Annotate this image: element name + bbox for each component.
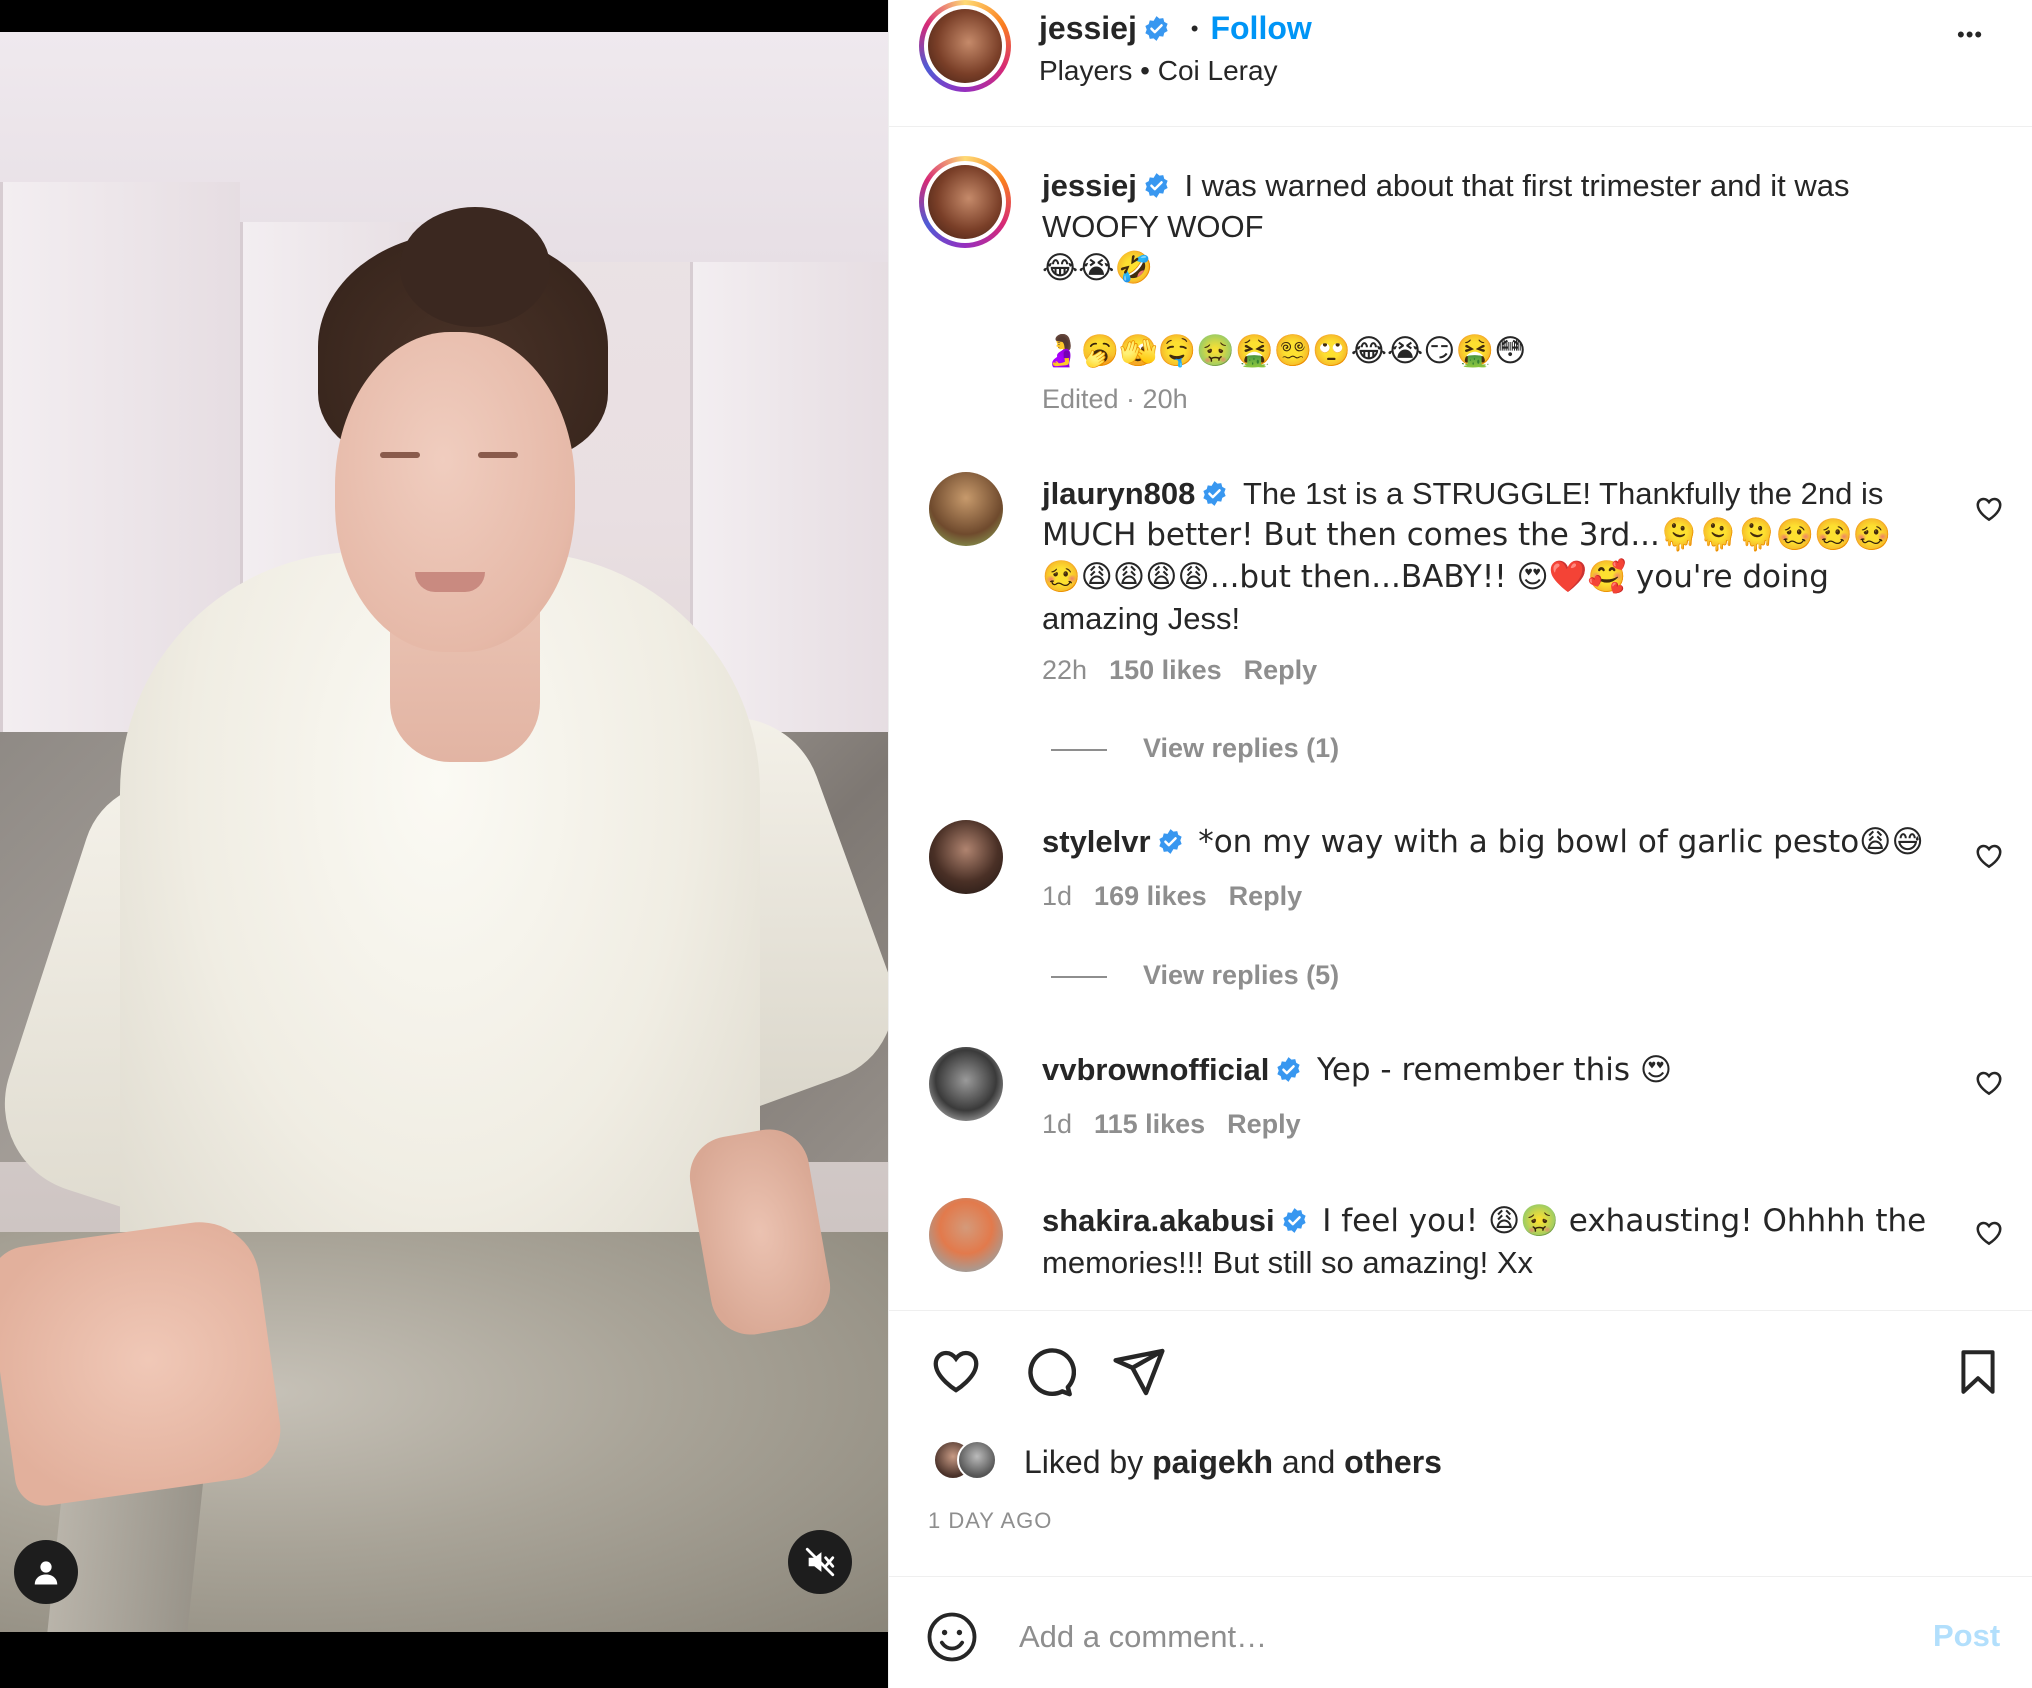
- comment-author[interactable]: shakira.akabusi: [1042, 1203, 1275, 1238]
- speaker-muted-icon: [805, 1547, 835, 1577]
- comment-4-text: shakira.akabusi I feel you! 😩🤢 exhaustin…: [1042, 1200, 1982, 1283]
- verified-badge-icon: [1145, 16, 1168, 41]
- comment-bubble-icon[interactable]: [1020, 1344, 1076, 1400]
- caption-author[interactable]: jessiej: [1042, 168, 1137, 203]
- liked-by-text: Liked by paigekh and others: [1024, 1442, 1442, 1483]
- post-details-panel: jessiej • Follow Players • Coi Leray ••• …: [888, 0, 2032, 1688]
- audio-track[interactable]: Players • Coi Leray: [1039, 50, 1278, 91]
- reply-button[interactable]: Reply: [1229, 881, 1303, 911]
- header-dot: •: [1190, 16, 1199, 41]
- media-letterbox-top: [0, 0, 888, 32]
- caption-line-1: I was warned about that first trimester …: [1184, 168, 1850, 203]
- verified-badge-icon: [1277, 1057, 1301, 1082]
- media-letterbox-bottom: [0, 1632, 888, 1688]
- verified-badge-icon: [1158, 829, 1182, 854]
- reply-button[interactable]: Reply: [1244, 655, 1318, 685]
- hand-left: [0, 1214, 287, 1510]
- liked-by-user[interactable]: paigekh: [1152, 1444, 1273, 1480]
- reply-button[interactable]: Reply: [1227, 1109, 1301, 1139]
- comment-meta: 1d 115 likes Reply: [1042, 1109, 1301, 1140]
- comment-line: 🥴😩😩😩😩...but then...BABY!! 😍❤️🥰 you're do…: [1042, 559, 1829, 595]
- composer-divider: [889, 1576, 2032, 1577]
- comment-like-heart-icon[interactable]: [1974, 1068, 2004, 1098]
- comment-line: I feel you! 😩🤢 exhausting! Ohhhh the: [1322, 1203, 1927, 1239]
- caption-author-avatar[interactable]: [919, 156, 1011, 248]
- add-comment-input[interactable]: [1019, 1612, 1779, 1662]
- post-header-line: jessiej • Follow: [1039, 8, 1312, 49]
- comment-meta: 1d 169 likes Reply: [1042, 881, 1302, 912]
- caption-edited-time: Edited · 20h: [1042, 384, 1188, 414]
- caption-emojis-1: 😂😭🤣: [1042, 250, 1154, 286]
- verified-badge-icon: [1203, 481, 1227, 506]
- comment-time[interactable]: 1d: [1042, 1109, 1072, 1139]
- liker-avatar[interactable]: [957, 1440, 997, 1480]
- comment-time[interactable]: 1d: [1042, 881, 1072, 911]
- comment-avatar[interactable]: [929, 1047, 1003, 1121]
- comment-line: The 1st is a STRUGGLE! Thankfully the 2n…: [1243, 476, 1884, 511]
- comment-3-text: vvbrownofficial Yep - remember this 😍: [1042, 1049, 1982, 1091]
- author-avatar[interactable]: [919, 0, 1011, 92]
- post-timestamp[interactable]: 1 DAY AGO: [928, 1508, 1052, 1534]
- comment-likes[interactable]: 150 likes: [1109, 655, 1222, 685]
- eye-left: [380, 452, 420, 458]
- comment-1-text: jlauryn808 The 1st is a STRUGGLE! Thankf…: [1042, 473, 1982, 639]
- comment-line: memories!!! But still so amazing! Xx: [1042, 1245, 1533, 1280]
- verified-badge-icon: [1283, 1208, 1306, 1233]
- author-username[interactable]: jessiej: [1039, 10, 1137, 46]
- person-icon: [34, 1561, 58, 1585]
- view-replies-line: [1051, 976, 1107, 978]
- paper-plane-icon[interactable]: [1111, 1344, 1167, 1400]
- view-replies-button[interactable]: View replies (1): [1143, 733, 1339, 764]
- comment-avatar[interactable]: [929, 820, 1003, 894]
- comment-like-heart-icon[interactable]: [1974, 1218, 2004, 1248]
- comment-likes[interactable]: 115 likes: [1094, 1109, 1205, 1139]
- more-options-icon[interactable]: •••: [1957, 22, 1983, 48]
- post-media[interactable]: [0, 0, 888, 1688]
- comment-meta: 22h 150 likes Reply: [1042, 655, 1317, 686]
- comment-likes[interactable]: 169 likes: [1094, 881, 1207, 911]
- comment-avatar[interactable]: [929, 472, 1003, 546]
- comment-line: MUCH better! But then comes the 3rd...🫠🫠…: [1042, 517, 1892, 553]
- caption-line-2: WOOFY WOOF: [1042, 209, 1264, 244]
- comment-like-heart-icon[interactable]: [1974, 841, 2004, 871]
- comment-time[interactable]: 22h: [1042, 655, 1087, 685]
- hair-bun: [400, 207, 550, 327]
- comment-2-text: stylelvr *on my way with a big bowl of g…: [1042, 821, 1982, 863]
- follow-button[interactable]: Follow: [1210, 10, 1311, 46]
- comment-line: *on my way with a big bowl of garlic pes…: [1198, 824, 1924, 860]
- comment-line: Yep - remember this 😍: [1317, 1052, 1673, 1088]
- bookmark-icon[interactable]: [1953, 1344, 2003, 1400]
- comment-author[interactable]: stylelvr: [1042, 824, 1151, 859]
- comment-like-heart-icon[interactable]: [1974, 494, 2004, 524]
- comment-line: amazing Jess!: [1042, 601, 1241, 636]
- tagged-users-button[interactable]: [14, 1540, 78, 1604]
- mouth: [415, 572, 485, 592]
- heart-icon[interactable]: [927, 1344, 985, 1398]
- comment-author[interactable]: vvbrownofficial: [1042, 1052, 1269, 1087]
- verified-badge-icon: [1145, 173, 1168, 198]
- smiley-icon[interactable]: [925, 1610, 979, 1664]
- video-frame[interactable]: [0, 32, 888, 1632]
- liked-by-others-link[interactable]: others: [1344, 1444, 1442, 1480]
- view-replies-line: [1051, 749, 1107, 751]
- comment-avatar[interactable]: [929, 1198, 1003, 1272]
- caption-emojis-2: 🤰🥱🫣🤤🤢🤮😵‍💫🙄😂😭😏🤮😳: [1042, 333, 1527, 369]
- face: [335, 332, 575, 652]
- liked-by-label: Liked by: [1024, 1444, 1144, 1480]
- eye-right: [478, 452, 518, 458]
- post-comment-button[interactable]: Post: [1933, 1618, 2000, 1654]
- header-divider: [889, 126, 2032, 127]
- liked-by-and: and: [1281, 1444, 1336, 1480]
- mute-toggle-button[interactable]: [788, 1530, 852, 1594]
- view-replies-button[interactable]: View replies (5): [1143, 960, 1339, 991]
- comment-author[interactable]: jlauryn808: [1042, 476, 1195, 511]
- caption-text: jessiej I was warned about that first tr…: [1042, 165, 1982, 372]
- comments-divider: [889, 1310, 2032, 1311]
